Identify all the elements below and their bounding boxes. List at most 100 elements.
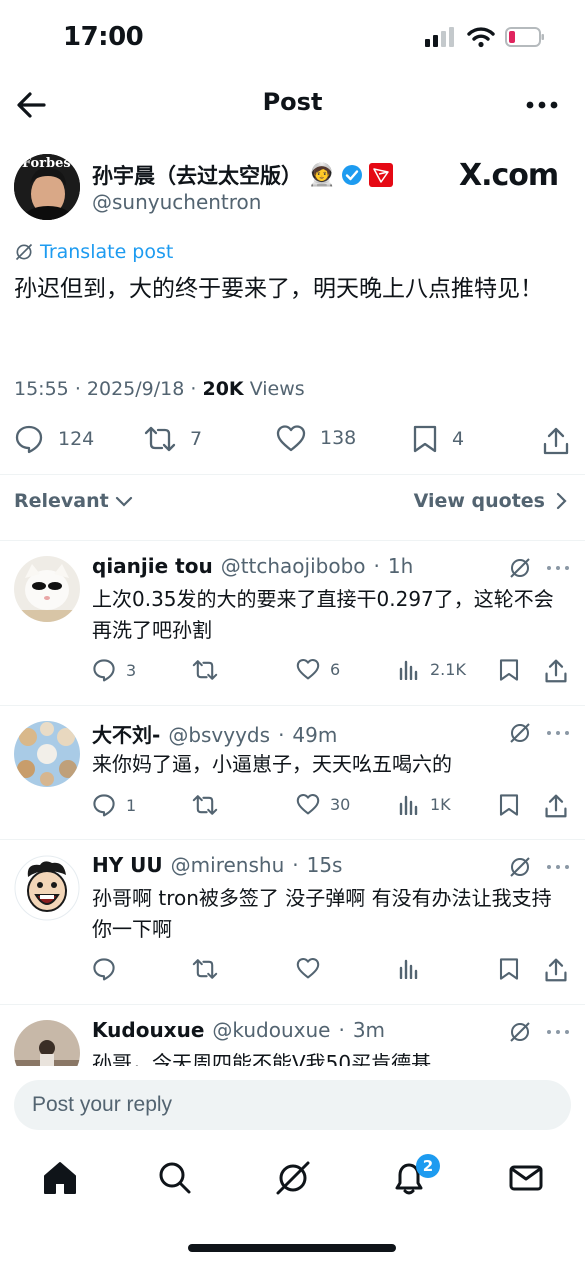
page-title: Post	[262, 88, 323, 116]
like-count: 30	[330, 794, 351, 814]
reply-item[interactable]: HY UU @mirenshu · 15s 孙哥啊 tron被多签了 没子弹啊 …	[0, 839, 585, 1004]
avatar[interactable]	[14, 556, 80, 622]
reply-icon	[93, 794, 115, 817]
reply-time: 15s	[306, 853, 343, 877]
share-icon[interactable]	[542, 426, 570, 456]
avatar[interactable]	[14, 855, 80, 921]
author-name[interactable]: 孙宇晨（去过太空版）	[92, 160, 302, 190]
repost-button[interactable]	[192, 793, 228, 817]
more-horizontal-icon[interactable]	[525, 90, 559, 120]
heart-icon	[296, 793, 320, 815]
reply-author-handle[interactable]: @ttchaojibobo	[221, 554, 366, 578]
bookmark-icon[interactable]	[498, 793, 520, 817]
reply-composer	[0, 1066, 585, 1146]
reply-item[interactable]: qianjie tou @ttchaojibobo · 1h 上次0.35发的大…	[0, 540, 585, 705]
divider	[0, 474, 585, 475]
grok-icon	[15, 243, 33, 261]
like-button[interactable]	[296, 957, 330, 979]
views-button[interactable]	[398, 957, 430, 979]
bookmark-icon[interactable]	[498, 658, 520, 682]
share-icon[interactable]	[544, 658, 568, 684]
astronaut-emoji: 🧑‍🚀	[308, 162, 336, 188]
search-icon[interactable]	[155, 1158, 195, 1198]
reply-icon	[93, 659, 115, 682]
battery-icon	[505, 27, 544, 47]
repost-count: 7	[190, 428, 203, 450]
analytics-icon	[399, 795, 418, 815]
reply-author-name[interactable]: HY UU	[92, 853, 163, 877]
mail-icon[interactable]	[506, 1158, 546, 1198]
reply-text: 上次0.35发的大的要来了直接干0.297了，这轮不会再洗了吧孙割	[92, 587, 554, 642]
bookmark-icon	[413, 425, 437, 453]
reply-item[interactable]: Kudouxue @kudouxue · 3m 孙哥，今天周四能不能V我50买肯…	[0, 1004, 585, 1066]
view-count: 1K	[430, 794, 451, 814]
sort-dropdown[interactable]: Relevant	[14, 490, 133, 512]
more-horizontal-icon[interactable]	[546, 1028, 570, 1036]
reply-actions	[92, 957, 572, 985]
post-author: Forbes 孙宇晨（去过太空版） 🧑‍🚀 @sunyuchentron X.c…	[14, 154, 574, 224]
avatar[interactable]	[14, 721, 80, 787]
like-count: 138	[320, 427, 357, 449]
post-time: 15:55	[14, 378, 69, 400]
reply-text: 孙哥，今天周四能不能V我50买肯德基	[92, 1051, 432, 1066]
grok-icon[interactable]	[508, 556, 532, 580]
more-horizontal-icon[interactable]	[546, 863, 570, 871]
home-icon[interactable]	[40, 1158, 80, 1198]
share-icon[interactable]	[544, 957, 568, 983]
avatar[interactable]: Forbes	[14, 154, 80, 220]
repost-icon	[192, 795, 218, 815]
reply-author-handle[interactable]: @kudouxue	[212, 1018, 330, 1042]
reply-author-handle[interactable]: @bsvyyds	[168, 723, 270, 747]
like-button[interactable]: 6	[296, 658, 340, 680]
post-text: 孙迟但到，大的终于要来了，明天晚上八点推特见！	[14, 276, 543, 302]
avatar[interactable]	[14, 1020, 80, 1066]
repost-icon	[192, 959, 218, 979]
reply-author-name[interactable]: 大不刘-	[92, 719, 160, 748]
reply-author-name[interactable]: Kudouxue	[92, 1018, 204, 1042]
reply-time: 49m	[292, 723, 338, 747]
grok-icon[interactable]	[508, 1020, 532, 1044]
reply-button[interactable]: 1	[92, 793, 136, 817]
grok-icon[interactable]	[273, 1158, 313, 1198]
reply-button[interactable]: 124	[14, 424, 94, 454]
reply-text: 来你妈了逼，小逼崽子，天天吆五喝六的	[92, 752, 452, 776]
repost-icon	[192, 660, 218, 680]
like-button[interactable]: 138	[276, 424, 356, 452]
like-button[interactable]: 30	[296, 793, 350, 815]
verified-badge-icon	[342, 165, 363, 185]
avatar-logo-text: Forbes	[22, 156, 71, 171]
reply-item[interactable]: 大不刘- @bsvyyds · 49m 来你妈了逼，小逼崽子，天天吆五喝六的 1…	[0, 705, 585, 839]
more-horizontal-icon[interactable]	[546, 729, 570, 737]
translate-post-link[interactable]: Translate post	[14, 241, 173, 263]
share-icon[interactable]	[544, 793, 568, 819]
view-count: 20K	[202, 378, 244, 400]
grok-icon[interactable]	[508, 855, 532, 879]
repost-button[interactable]: 7	[144, 424, 202, 454]
reply-author-name[interactable]: qianjie tou	[92, 554, 213, 578]
reply-author-handle[interactable]: @mirenshu	[171, 853, 285, 877]
bookmark-button[interactable]: 4	[412, 424, 464, 454]
tron-logo-icon	[369, 163, 394, 187]
bookmark-count: 4	[452, 428, 465, 450]
analytics-icon	[399, 660, 418, 680]
bookmark-icon[interactable]	[498, 957, 520, 981]
signal-icon	[425, 27, 454, 47]
views-button[interactable]: 2.1K	[398, 658, 466, 680]
bottom-tab-bar	[0, 1146, 585, 1210]
grok-icon[interactable]	[508, 721, 532, 745]
reply-button[interactable]: 3	[92, 658, 136, 682]
notification-badge: 2	[416, 1154, 440, 1178]
view-quotes-link[interactable]: View quotes	[414, 490, 567, 512]
views-button[interactable]: 1K	[398, 793, 451, 815]
reply-count: 3	[126, 660, 137, 680]
like-count: 6	[330, 659, 341, 679]
chevron-right-icon	[556, 492, 567, 510]
reply-button[interactable]	[92, 957, 126, 981]
author-handle[interactable]: @sunyuchentron	[92, 190, 261, 214]
home-indicator	[188, 1244, 396, 1252]
repost-button[interactable]	[192, 957, 228, 981]
repost-button[interactable]	[192, 658, 228, 682]
more-horizontal-icon[interactable]	[546, 564, 570, 572]
reply-input[interactable]	[14, 1080, 571, 1130]
post-meta: 15:55 · 2025/9/18 · 20K Views	[14, 378, 305, 400]
